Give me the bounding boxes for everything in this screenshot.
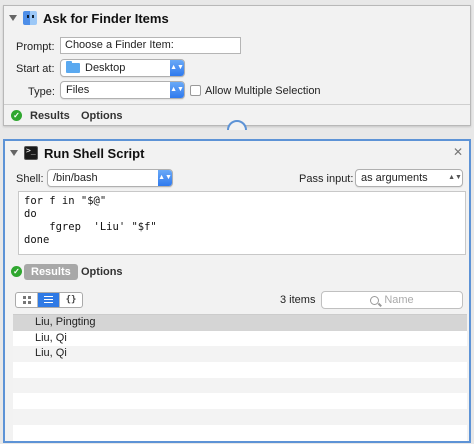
shell-popup[interactable]: /bin/bash ▲▼ (47, 169, 173, 187)
terminal-icon (24, 146, 38, 160)
results-table: Liu, Pingting Liu, Qi Liu, Qi (13, 314, 467, 441)
folder-icon (66, 61, 80, 73)
view-mode-segmented-control: {} (15, 292, 83, 308)
list-icon (44, 296, 53, 304)
popup-arrows-icon: ▲▼ (448, 174, 462, 181)
run-shell-script-action: Run Shell Script ✕ Shell: /bin/bash ▲▼ P… (3, 139, 471, 443)
prompt-field[interactable]: Choose a Finder Item: (60, 37, 241, 54)
action-title: Run Shell Script (44, 145, 145, 161)
results-tab[interactable]: Results (24, 264, 78, 280)
allow-multiple-label: Allow Multiple Selection (205, 85, 321, 97)
items-count: 3 items (280, 294, 316, 306)
start-at-label: Start at: (16, 63, 55, 75)
ask-finder-items-action: Ask for Finder Items Prompt: Choose a Fi… (3, 5, 471, 126)
results-search-field[interactable]: Name (321, 291, 463, 309)
disclosure-triangle-icon[interactable] (10, 150, 18, 156)
type-popup[interactable]: Files ▲▼ (60, 81, 185, 99)
shell-label: Shell: (16, 173, 44, 185)
type-label: Type: (28, 86, 55, 98)
json-view-button[interactable]: {} (60, 293, 82, 307)
shell-value: /bin/bash (53, 172, 98, 184)
search-icon (370, 295, 380, 305)
popup-arrows-icon: ▲▼ (158, 170, 172, 186)
options-tab[interactable]: Options (81, 266, 123, 278)
popup-arrows-icon: ▲▼ (170, 60, 184, 76)
results-tab[interactable]: Results (30, 110, 70, 122)
pass-input-value: as arguments (361, 172, 428, 184)
search-placeholder: Name (384, 294, 414, 306)
status-ok-icon: ✓ (11, 266, 22, 277)
pass-input-label: Pass input: (299, 173, 354, 185)
divider (4, 104, 470, 105)
prompt-label: Prompt: (16, 41, 55, 53)
script-editor[interactable]: for f in "$@" do fgrep 'Liu' "$f" done (18, 191, 466, 255)
close-icon[interactable]: ✕ (453, 145, 463, 159)
disclosure-triangle-icon[interactable] (9, 15, 17, 21)
action-connector (227, 120, 247, 130)
start-at-popup[interactable]: Desktop ▲▼ (60, 59, 185, 77)
table-row[interactable] (13, 409, 467, 425)
icon-view-button[interactable] (16, 293, 38, 307)
table-row[interactable]: Liu, Qi (13, 346, 467, 363)
allow-multiple-checkbox[interactable] (190, 85, 201, 96)
table-row[interactable] (13, 362, 467, 378)
options-tab[interactable]: Options (81, 110, 123, 122)
table-row[interactable] (13, 424, 467, 441)
action-title: Ask for Finder Items (43, 10, 169, 26)
action-header: Run Shell Script (5, 141, 469, 165)
table-row[interactable] (13, 393, 467, 410)
action-header: Ask for Finder Items (4, 6, 470, 30)
type-value: Files (66, 84, 90, 96)
status-ok-icon: ✓ (11, 110, 22, 121)
pass-input-popup[interactable]: as arguments ▲▼ (355, 169, 463, 187)
table-row[interactable]: Liu, Pingting (13, 315, 467, 331)
list-view-button[interactable] (38, 293, 60, 307)
start-at-value: Desktop (85, 62, 126, 74)
grid-icon (22, 296, 31, 304)
popup-arrows-icon: ▲▼ (170, 82, 184, 98)
table-row[interactable]: Liu, Qi (13, 330, 467, 347)
finder-icon (23, 11, 37, 25)
table-row[interactable] (13, 377, 467, 394)
